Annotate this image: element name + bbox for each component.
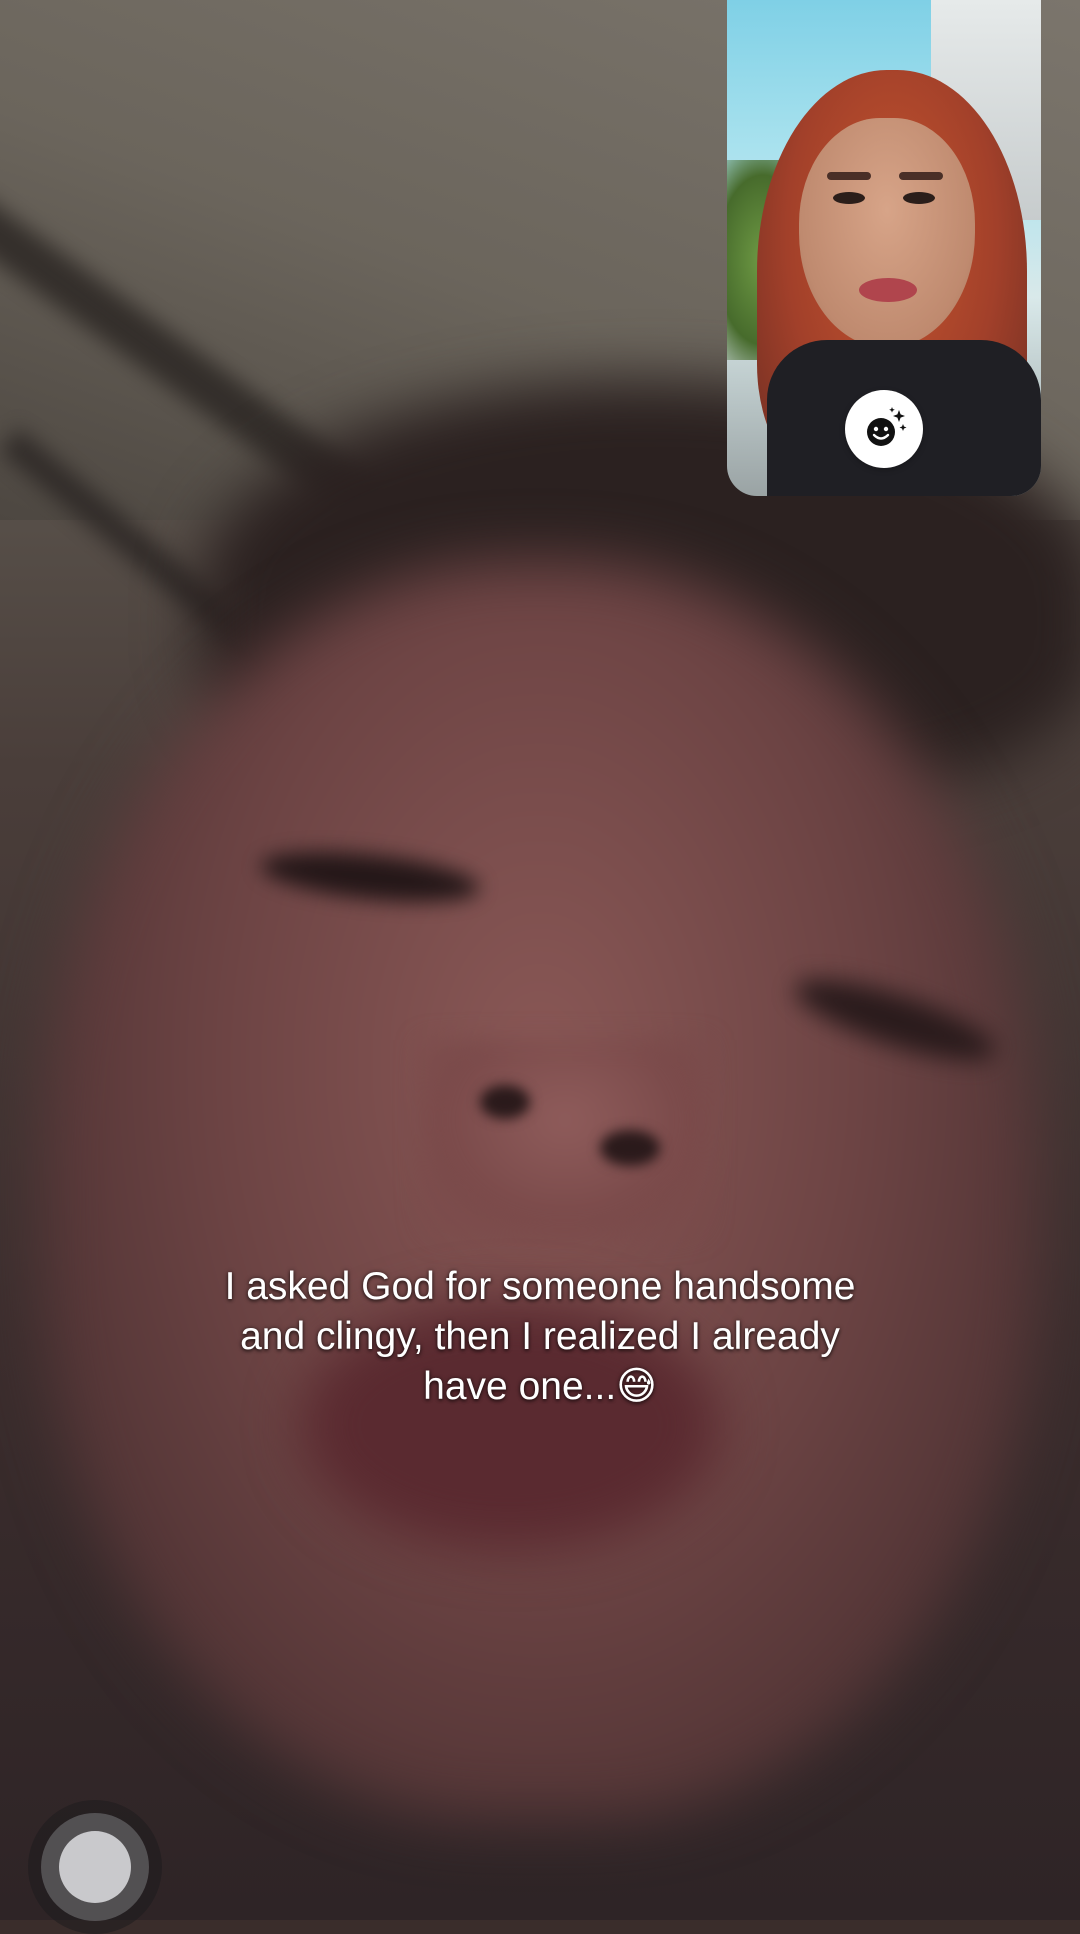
pip-lips <box>859 278 917 302</box>
assistive-touch-ring <box>41 1813 149 1921</box>
assistive-touch-button[interactable] <box>28 1800 162 1934</box>
caption-text: I asked God for someone handsome and cli… <box>224 1265 856 1408</box>
face-sparkles-icon <box>867 407 907 446</box>
child-nostril <box>480 1085 530 1119</box>
pip-eye <box>833 192 865 204</box>
effects-button[interactable] <box>845 390 923 468</box>
child-nostril <box>600 1130 660 1166</box>
pip-eyebrow <box>827 172 871 180</box>
pip-eyebrow <box>899 172 943 180</box>
assistive-touch-icon <box>59 1831 131 1903</box>
child-nose <box>420 1040 710 1240</box>
self-view-pip[interactable] <box>727 0 1041 496</box>
pip-eye <box>903 192 935 204</box>
pip-face <box>799 118 975 348</box>
